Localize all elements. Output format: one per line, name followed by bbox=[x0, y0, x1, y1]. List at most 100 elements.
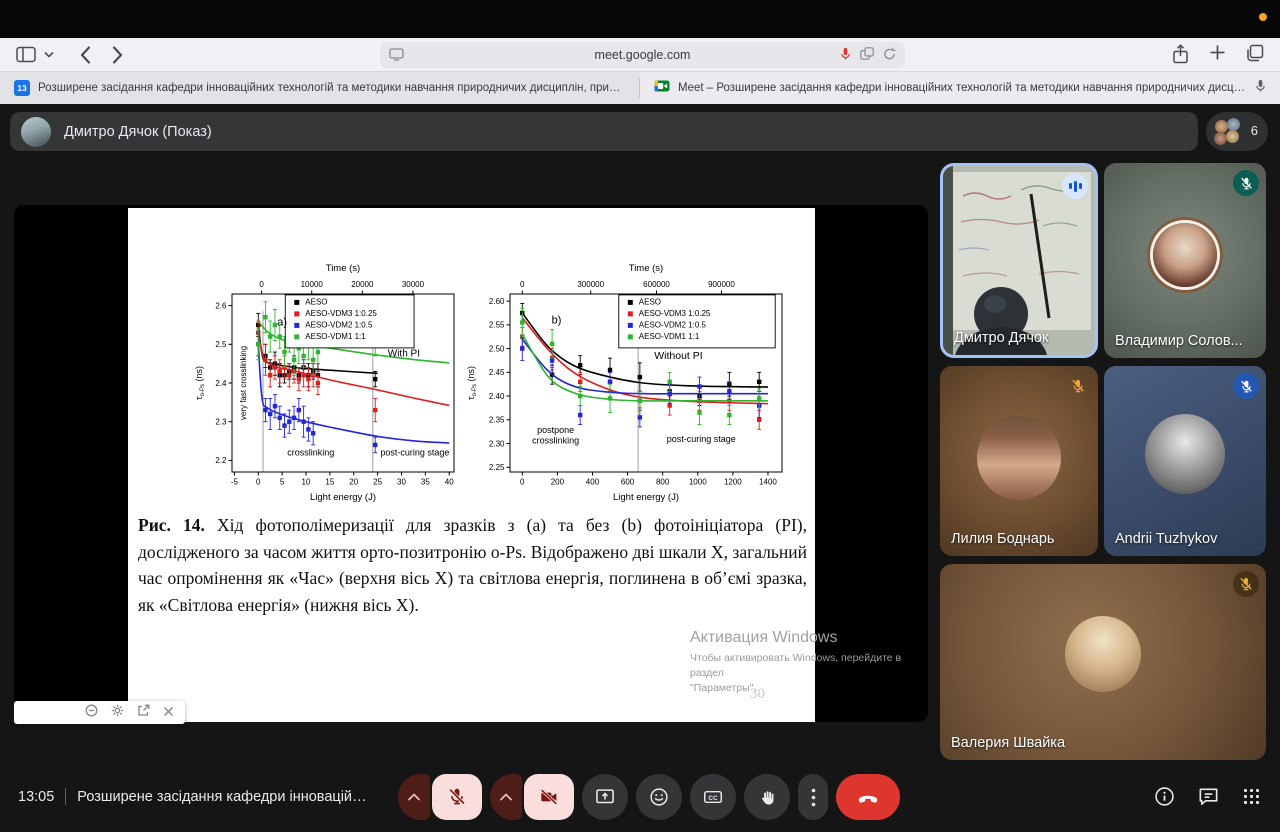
svg-text:With PI: With PI bbox=[388, 349, 420, 360]
participants-badge[interactable]: 6 bbox=[1206, 112, 1268, 151]
camera-off-button[interactable] bbox=[524, 774, 574, 820]
svg-text:Time (s): Time (s) bbox=[629, 263, 663, 274]
svg-text:AESO: AESO bbox=[305, 297, 327, 306]
settings-gear-icon[interactable] bbox=[111, 704, 124, 722]
meeting-details-icon[interactable] bbox=[1153, 785, 1176, 813]
reload-icon[interactable] bbox=[883, 47, 896, 66]
svg-text:Light energy (J): Light energy (J) bbox=[310, 492, 376, 503]
avatar bbox=[1153, 223, 1217, 287]
camera-options-button[interactable] bbox=[490, 774, 522, 820]
svg-text:900000: 900000 bbox=[708, 280, 735, 289]
svg-text:very fast crosslinking: very fast crosslinking bbox=[239, 346, 248, 420]
more-options-button[interactable] bbox=[798, 774, 828, 820]
mic-off-icon bbox=[1233, 373, 1259, 399]
url-text: meet.google.com bbox=[380, 48, 905, 62]
participant-tile[interactable]: Валерия Швайка bbox=[940, 564, 1266, 760]
voice-search-icon[interactable] bbox=[840, 47, 851, 66]
avatar bbox=[1215, 120, 1228, 133]
participant-tile[interactable]: Владимир Солов... bbox=[1104, 163, 1266, 358]
participant-tile[interactable]: Andrii Tuzhykov bbox=[1104, 366, 1266, 556]
svg-text:-5: -5 bbox=[231, 478, 239, 487]
svg-text:20000: 20000 bbox=[351, 280, 374, 289]
chat-icon[interactable] bbox=[1197, 785, 1220, 813]
svg-text:400: 400 bbox=[586, 478, 600, 487]
present-screen-button[interactable] bbox=[582, 774, 628, 820]
mic-off-icon bbox=[1233, 170, 1259, 196]
forward-icon[interactable] bbox=[112, 46, 123, 64]
svg-text:2.4: 2.4 bbox=[215, 379, 227, 388]
participant-tile-video[interactable]: Дмитро Дячок bbox=[940, 163, 1098, 358]
back-icon[interactable] bbox=[80, 46, 91, 64]
chart-a: -505101520253035402.22.32.42.52.60100002… bbox=[192, 260, 464, 504]
tab-audio-icon[interactable] bbox=[1255, 79, 1266, 98]
tab-calendar[interactable]: 13 Розширене засідання кафедри інновацій… bbox=[0, 72, 639, 104]
svg-text:AESO-VDM1 1:1: AESO-VDM1 1:1 bbox=[639, 332, 700, 341]
new-tab-icon[interactable] bbox=[1209, 44, 1226, 69]
svg-text:5: 5 bbox=[280, 478, 285, 487]
avatar bbox=[1226, 130, 1239, 143]
svg-text:post-curing stage: post-curing stage bbox=[380, 448, 449, 458]
svg-text:15: 15 bbox=[325, 478, 334, 487]
svg-text:2.45: 2.45 bbox=[489, 368, 505, 377]
tab-label: Meet – Розширене засідання кафедри іннов… bbox=[678, 82, 1247, 94]
windows-activation-watermark: Активация Windows Чтобы активировать Win… bbox=[690, 629, 916, 696]
svg-text:1200: 1200 bbox=[724, 478, 742, 487]
calendar-favicon: 13 bbox=[14, 80, 30, 96]
translate-icon[interactable] bbox=[860, 47, 874, 66]
svg-text:10: 10 bbox=[302, 478, 311, 487]
svg-text:2.30: 2.30 bbox=[489, 439, 505, 448]
tab-label: Розширене засідання кафедри інноваційних… bbox=[38, 82, 625, 94]
address-bar[interactable]: meet.google.com bbox=[380, 42, 905, 68]
svg-text:Time (s): Time (s) bbox=[326, 263, 360, 274]
close-icon[interactable] bbox=[163, 704, 174, 722]
reactions-button[interactable] bbox=[636, 774, 682, 820]
svg-text:Light energy (J): Light energy (J) bbox=[613, 492, 679, 503]
leave-call-button[interactable] bbox=[836, 774, 900, 820]
recording-indicator-dot bbox=[1259, 13, 1267, 21]
svg-text:τo-Ps (ns): τo-Ps (ns) bbox=[194, 366, 206, 400]
svg-text:b): b) bbox=[552, 314, 562, 326]
mic-options-button[interactable] bbox=[398, 774, 430, 820]
svg-text:2.5: 2.5 bbox=[215, 340, 227, 349]
svg-text:AESO-VDM1 1:1: AESO-VDM1 1:1 bbox=[305, 332, 366, 341]
sidebar-icon[interactable] bbox=[16, 46, 36, 63]
participant-name: Дмитро Дячок bbox=[954, 330, 1048, 346]
captions-button[interactable]: CC bbox=[690, 774, 736, 820]
svg-text:40: 40 bbox=[445, 478, 454, 487]
share-icon[interactable] bbox=[1172, 44, 1189, 69]
avatar bbox=[1214, 132, 1227, 145]
share-preview-toolbar bbox=[14, 701, 185, 724]
panel-buttons bbox=[1153, 785, 1262, 813]
figure-caption: Рис. 14. Хід фотополімеризації для зразк… bbox=[138, 512, 807, 618]
svg-text:CC: CC bbox=[708, 795, 718, 802]
mic-off-icon bbox=[1233, 571, 1259, 597]
svg-text:20: 20 bbox=[349, 478, 358, 487]
chevron-down-icon[interactable] bbox=[44, 51, 54, 58]
tab-meet[interactable]: Meet – Розширене засідання кафедри іннов… bbox=[640, 72, 1280, 104]
mic-muted-button[interactable] bbox=[432, 774, 482, 820]
svg-text:25: 25 bbox=[373, 478, 382, 487]
svg-text:0: 0 bbox=[256, 478, 261, 487]
apps-grid-icon[interactable] bbox=[1241, 786, 1262, 812]
svg-text:10000: 10000 bbox=[301, 280, 324, 289]
svg-text:600: 600 bbox=[621, 478, 635, 487]
svg-text:2.25: 2.25 bbox=[489, 463, 505, 472]
chart-b: 02004006008001000120014002.252.302.352.4… bbox=[464, 260, 794, 504]
participant-name: Andrii Tuzhykov bbox=[1115, 531, 1217, 547]
svg-text:postponecrosslinking: postponecrosslinking bbox=[532, 425, 579, 445]
svg-text:AESO-VDM3 1:0.25: AESO-VDM3 1:0.25 bbox=[305, 309, 377, 318]
speaking-indicator bbox=[1062, 173, 1088, 199]
svg-text:300000: 300000 bbox=[577, 280, 604, 289]
screen-share-tile[interactable]: -505101520253035402.22.32.42.52.60100002… bbox=[14, 205, 928, 722]
raise-hand-button[interactable] bbox=[744, 774, 790, 820]
tab-overview-icon[interactable] bbox=[1246, 44, 1264, 69]
hide-icon[interactable] bbox=[85, 704, 98, 722]
svg-text:30: 30 bbox=[397, 478, 406, 487]
open-in-new-icon[interactable] bbox=[137, 704, 150, 722]
svg-text:2.35: 2.35 bbox=[489, 416, 505, 425]
svg-text:1000: 1000 bbox=[689, 478, 707, 487]
avatar bbox=[1227, 118, 1240, 131]
participant-tile[interactable]: Лилия Боднарь bbox=[940, 366, 1098, 556]
svg-text:AESO: AESO bbox=[639, 297, 661, 306]
avatar bbox=[1145, 414, 1225, 494]
